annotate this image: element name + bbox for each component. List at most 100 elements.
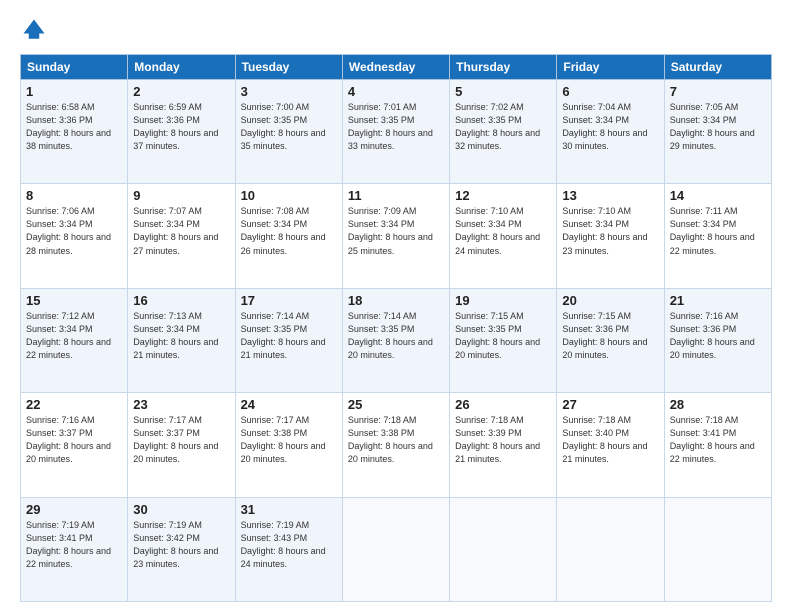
day-number: 27 — [562, 397, 658, 412]
day-number: 22 — [26, 397, 122, 412]
calendar-cell: 10 Sunrise: 7:08 AMSunset: 3:34 PMDayligh… — [235, 184, 342, 288]
day-info: Sunrise: 7:12 AMSunset: 3:34 PMDaylight:… — [26, 310, 122, 362]
calendar-cell: 30 Sunrise: 7:19 AMSunset: 3:42 PMDayligh… — [128, 497, 235, 601]
day-info: Sunrise: 7:18 AMSunset: 3:38 PMDaylight:… — [348, 414, 444, 466]
day-info: Sunrise: 7:16 AMSunset: 3:37 PMDaylight:… — [26, 414, 122, 466]
day-number: 19 — [455, 293, 551, 308]
day-info: Sunrise: 7:01 AMSunset: 3:35 PMDaylight:… — [348, 101, 444, 153]
day-number: 26 — [455, 397, 551, 412]
calendar-cell: 5 Sunrise: 7:02 AMSunset: 3:35 PMDaylight… — [450, 80, 557, 184]
day-number: 1 — [26, 84, 122, 99]
calendar-cell: 19 Sunrise: 7:15 AMSunset: 3:35 PMDayligh… — [450, 288, 557, 392]
day-info: Sunrise: 7:04 AMSunset: 3:34 PMDaylight:… — [562, 101, 658, 153]
calendar-cell: 22 Sunrise: 7:16 AMSunset: 3:37 PMDayligh… — [21, 393, 128, 497]
day-info: Sunrise: 7:07 AMSunset: 3:34 PMDaylight:… — [133, 205, 229, 257]
day-number: 6 — [562, 84, 658, 99]
day-number: 12 — [455, 188, 551, 203]
day-number: 25 — [348, 397, 444, 412]
calendar-cell: 9 Sunrise: 7:07 AMSunset: 3:34 PMDaylight… — [128, 184, 235, 288]
day-info: Sunrise: 7:02 AMSunset: 3:35 PMDaylight:… — [455, 101, 551, 153]
day-number: 28 — [670, 397, 766, 412]
day-info: Sunrise: 7:18 AMSunset: 3:41 PMDaylight:… — [670, 414, 766, 466]
logo — [20, 16, 52, 44]
calendar-cell: 26Sunrise: 7:18 AMSunset: 3:39 PMDayligh… — [450, 393, 557, 497]
calendar-cell: 3 Sunrise: 7:00 AMSunset: 3:35 PMDaylight… — [235, 80, 342, 184]
day-number: 3 — [241, 84, 337, 99]
calendar-cell: 29 Sunrise: 7:19 AMSunset: 3:41 PMDayligh… — [21, 497, 128, 601]
day-info: Sunrise: 7:15 AMSunset: 3:36 PMDaylight:… — [562, 310, 658, 362]
day-info: Sunrise: 6:59 AMSunset: 3:36 PMDaylight:… — [133, 101, 229, 153]
day-number: 11 — [348, 188, 444, 203]
day-number: 4 — [348, 84, 444, 99]
day-number: 30 — [133, 502, 229, 517]
day-info: Sunrise: 7:17 AMSunset: 3:37 PMDaylight:… — [133, 414, 229, 466]
day-number: 13 — [562, 188, 658, 203]
day-info: Sunrise: 7:14 AMSunset: 3:35 PMDaylight:… — [348, 310, 444, 362]
day-header-tuesday: Tuesday — [235, 55, 342, 80]
calendar-cell: 23 Sunrise: 7:17 AMSunset: 3:37 PMDayligh… — [128, 393, 235, 497]
day-info: Sunrise: 7:14 AMSunset: 3:35 PMDaylight:… — [241, 310, 337, 362]
day-number: 17 — [241, 293, 337, 308]
calendar-cell: 15 Sunrise: 7:12 AMSunset: 3:34 PMDayligh… — [21, 288, 128, 392]
calendar-cell: 2 Sunrise: 6:59 AMSunset: 3:36 PMDaylight… — [128, 80, 235, 184]
calendar-cell: 17 Sunrise: 7:14 AMSunset: 3:35 PMDayligh… — [235, 288, 342, 392]
day-header-thursday: Thursday — [450, 55, 557, 80]
calendar-cell: 27 Sunrise: 7:18 AMSunset: 3:40 PMDayligh… — [557, 393, 664, 497]
day-number: 14 — [670, 188, 766, 203]
day-info: Sunrise: 7:06 AMSunset: 3:34 PMDaylight:… — [26, 205, 122, 257]
day-info: Sunrise: 7:15 AMSunset: 3:35 PMDaylight:… — [455, 310, 551, 362]
logo-icon — [20, 16, 48, 44]
calendar-cell: 20Sunrise: 7:15 AMSunset: 3:36 PMDayligh… — [557, 288, 664, 392]
day-number: 2 — [133, 84, 229, 99]
day-header-wednesday: Wednesday — [342, 55, 449, 80]
calendar-cell: 7Sunrise: 7:05 AMSunset: 3:34 PMDaylight… — [664, 80, 771, 184]
day-info: Sunrise: 7:17 AMSunset: 3:38 PMDaylight:… — [241, 414, 337, 466]
day-info: Sunrise: 6:58 AMSunset: 3:36 PMDaylight:… — [26, 101, 122, 153]
day-number: 23 — [133, 397, 229, 412]
day-number: 21 — [670, 293, 766, 308]
day-info: Sunrise: 7:09 AMSunset: 3:34 PMDaylight:… — [348, 205, 444, 257]
calendar-cell: 13Sunrise: 7:10 AMSunset: 3:34 PMDayligh… — [557, 184, 664, 288]
calendar-week-row: 1 Sunrise: 6:58 AMSunset: 3:36 PMDaylight… — [21, 80, 772, 184]
calendar-cell: 11 Sunrise: 7:09 AMSunset: 3:34 PMDayligh… — [342, 184, 449, 288]
calendar-week-row: 8 Sunrise: 7:06 AMSunset: 3:34 PMDaylight… — [21, 184, 772, 288]
day-number: 5 — [455, 84, 551, 99]
day-info: Sunrise: 7:19 AMSunset: 3:41 PMDaylight:… — [26, 519, 122, 571]
calendar-cell — [450, 497, 557, 601]
day-info: Sunrise: 7:10 AMSunset: 3:34 PMDaylight:… — [455, 205, 551, 257]
day-number: 15 — [26, 293, 122, 308]
page: SundayMondayTuesdayWednesdayThursdayFrid… — [0, 0, 792, 612]
day-number: 31 — [241, 502, 337, 517]
calendar-cell: 6 Sunrise: 7:04 AMSunset: 3:34 PMDaylight… — [557, 80, 664, 184]
day-info: Sunrise: 7:13 AMSunset: 3:34 PMDaylight:… — [133, 310, 229, 362]
calendar-cell: 31 Sunrise: 7:19 AMSunset: 3:43 PMDayligh… — [235, 497, 342, 601]
calendar-cell — [342, 497, 449, 601]
day-header-monday: Monday — [128, 55, 235, 80]
calendar-cell: 28 Sunrise: 7:18 AMSunset: 3:41 PMDayligh… — [664, 393, 771, 497]
day-header-sunday: Sunday — [21, 55, 128, 80]
calendar-cell: 8 Sunrise: 7:06 AMSunset: 3:34 PMDaylight… — [21, 184, 128, 288]
day-number: 24 — [241, 397, 337, 412]
calendar-cell: 12 Sunrise: 7:10 AMSunset: 3:34 PMDayligh… — [450, 184, 557, 288]
calendar-cell: 18Sunrise: 7:14 AMSunset: 3:35 PMDayligh… — [342, 288, 449, 392]
day-number: 29 — [26, 502, 122, 517]
day-number: 16 — [133, 293, 229, 308]
calendar-cell: 16 Sunrise: 7:13 AMSunset: 3:34 PMDayligh… — [128, 288, 235, 392]
day-number: 10 — [241, 188, 337, 203]
day-number: 8 — [26, 188, 122, 203]
calendar-cell: 24 Sunrise: 7:17 AMSunset: 3:38 PMDayligh… — [235, 393, 342, 497]
day-info: Sunrise: 7:08 AMSunset: 3:34 PMDaylight:… — [241, 205, 337, 257]
calendar-cell: 14 Sunrise: 7:11 AMSunset: 3:34 PMDayligh… — [664, 184, 771, 288]
day-header-saturday: Saturday — [664, 55, 771, 80]
day-info: Sunrise: 7:19 AMSunset: 3:42 PMDaylight:… — [133, 519, 229, 571]
day-info: Sunrise: 7:11 AMSunset: 3:34 PMDaylight:… — [670, 205, 766, 257]
calendar-header-row: SundayMondayTuesdayWednesdayThursdayFrid… — [21, 55, 772, 80]
day-info: Sunrise: 7:16 AMSunset: 3:36 PMDaylight:… — [670, 310, 766, 362]
day-info: Sunrise: 7:18 AMSunset: 3:40 PMDaylight:… — [562, 414, 658, 466]
calendar-cell: 4 Sunrise: 7:01 AMSunset: 3:35 PMDaylight… — [342, 80, 449, 184]
calendar-week-row: 22 Sunrise: 7:16 AMSunset: 3:37 PMDayligh… — [21, 393, 772, 497]
day-info: Sunrise: 7:00 AMSunset: 3:35 PMDaylight:… — [241, 101, 337, 153]
calendar-cell: 25 Sunrise: 7:18 AMSunset: 3:38 PMDayligh… — [342, 393, 449, 497]
day-number: 9 — [133, 188, 229, 203]
day-info: Sunrise: 7:19 AMSunset: 3:43 PMDaylight:… — [241, 519, 337, 571]
